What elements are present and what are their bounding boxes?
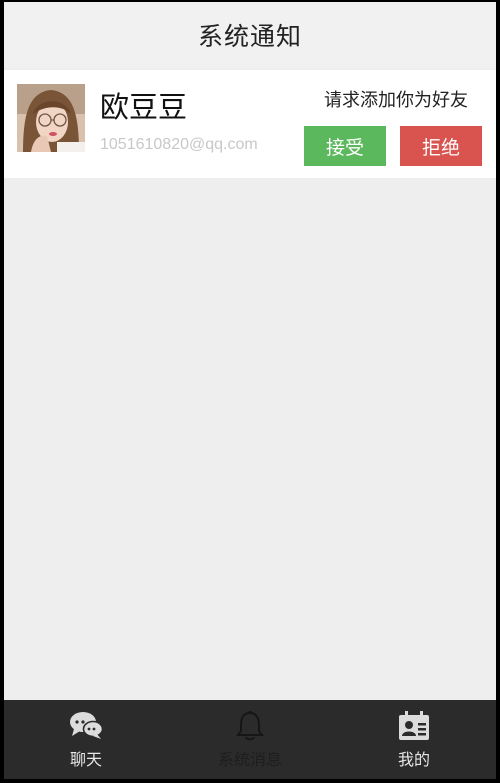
chat-bubbles-icon — [70, 712, 103, 739]
tab-system-messages[interactable]: 系统消息 — [168, 700, 332, 779]
tab-chat[interactable]: 聊天 — [4, 700, 168, 779]
request-message: 请求添加你为好友 — [324, 90, 468, 111]
friend-request-card: 欧豆豆 1051610820@qq.com 请求添加你为好友 接受 拒绝 — [4, 70, 496, 178]
app-screen: 系统通知 欧豆豆 1051610820@qq.com 请求添加你为好友 接受 拒… — [4, 2, 496, 779]
tab-label: 系统消息 — [217, 750, 282, 769]
user-avatar-photo — [17, 84, 85, 152]
contact-card-icon — [399, 711, 429, 740]
tab-label: 我的 — [397, 750, 430, 769]
tab-profile[interactable]: 我的 — [332, 700, 496, 779]
requester-email: 1051610820@qq.com — [100, 136, 258, 153]
tab-label: 聊天 — [69, 750, 102, 769]
top-bar: 系统通知 — [4, 2, 496, 68]
reject-button[interactable]: 拒绝 — [400, 126, 482, 166]
avatar[interactable] — [17, 84, 85, 152]
bottom-tab-bar: 聊天 系统消息 我的 — [4, 700, 496, 779]
requester-name: 欧豆豆 — [100, 90, 188, 124]
accept-button[interactable]: 接受 — [304, 126, 386, 166]
bell-icon — [236, 710, 264, 741]
page-title: 系统通知 — [197, 22, 302, 51]
